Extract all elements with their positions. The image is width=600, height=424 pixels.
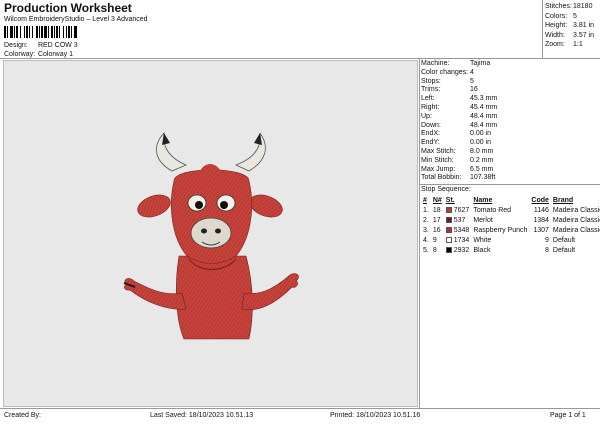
stat-width: Width: 3.57 in: [545, 31, 595, 39]
row-num: 1.: [423, 206, 429, 214]
row-name: Black: [473, 246, 491, 254]
detail-max-jump: Max Jump: 6.5 mm: [421, 165, 494, 173]
detail-trims: Trims: 16: [421, 86, 478, 94]
detail-up: Up: 48.4 mm: [421, 112, 498, 120]
color-swatch: [445, 206, 452, 213]
design-value: RED COW 3: [37, 42, 78, 49]
row-brand: Madeira Classic 40: [552, 206, 600, 214]
stop-sequence-title: Stop Sequence:: [421, 186, 471, 193]
row-brand: Default: [552, 246, 576, 254]
row-n: 16: [432, 226, 441, 234]
stats-panel: Stitches:18180 Colors: 5 Height: 3.81 in W…: [545, 2, 594, 50]
colorway-value: Colorway 1: [37, 51, 73, 58]
stat-stitches: Stitches:18180: [545, 3, 593, 10]
detail-down: Down: 48.4 mm: [421, 121, 498, 129]
detail-endy: EndY: 0.00 in: [421, 139, 492, 147]
detail-stops: Stops: 5: [421, 77, 474, 85]
table-header-row: # N# St. Name Code Brand: [421, 195, 600, 205]
row-code: 1146: [533, 206, 549, 214]
table-row: 2.17 537Merlot 1384Madeira Classic 40: [421, 215, 600, 225]
col-num: #: [423, 196, 427, 204]
row-name: Raspberry Punch: [473, 226, 528, 234]
stat-colors: Colors: 5: [545, 12, 577, 20]
footer-divider: [0, 408, 600, 409]
row-st: 2932: [444, 245, 472, 255]
row-num: 3.: [423, 226, 429, 234]
footer-saved: Last Saved: 18/10/2023 10.51.13: [150, 412, 254, 419]
col-name: Name: [473, 196, 493, 204]
sequence-divider: [420, 184, 600, 185]
footer-printed: Printed: 18/10/2023 10.51.16: [330, 412, 421, 419]
row-code: 8: [545, 246, 549, 254]
table-row: 5. 8 2932 Black 8 Default: [421, 245, 600, 255]
col-st: St.: [445, 196, 455, 204]
row-code: 1307: [533, 226, 549, 234]
stat-height: Height: 3.81 in: [545, 22, 595, 30]
color-swatch: [445, 246, 452, 253]
row-st: 5348: [444, 225, 472, 235]
panel-divider: [419, 58, 420, 408]
row-st: 1734: [444, 235, 472, 245]
row-n: 9: [432, 236, 437, 244]
detail-right: Right: 45.4 mm: [421, 103, 498, 111]
footer-created: Created By:: [4, 412, 41, 419]
machine-details: Machine: Tajima Color changes: 4 Stops: 5 T…: [421, 60, 497, 183]
col-code: Code: [531, 196, 549, 204]
row-n: 18: [432, 206, 441, 214]
design-label: Design:: [4, 42, 28, 49]
header-divider: [0, 58, 600, 59]
colorway-label: Colorway:: [4, 51, 36, 58]
footer-page: Page 1 of 1: [550, 412, 586, 419]
stop-sequence-table: # N# St. Name Code Brand 1. 18 7627 Tomato…: [421, 195, 600, 255]
row-num: 5.: [423, 246, 429, 254]
cow-embroidery-image: [123, 131, 299, 340]
row-brand: Madeira Classic 40: [552, 216, 600, 224]
barcode: [4, 26, 118, 38]
row-brand: Default: [552, 236, 576, 244]
row-num: 4.: [423, 236, 429, 244]
row-st: 7627: [444, 205, 472, 215]
design-row: Design: RED COW 3: [4, 42, 78, 49]
software-name: Wilcom EmbroideryStudio – Level 3 Advanc…: [4, 16, 148, 23]
row-st: 537: [444, 215, 472, 225]
row-brand: Madeira Classic 40: [552, 226, 600, 234]
row-code: 9: [545, 236, 549, 244]
detail-machine: Machine: Tajima: [421, 60, 491, 67]
table-row: 4. 9 1734 White 9 Default: [421, 235, 600, 245]
col-brand: Brand: [552, 196, 574, 204]
row-n: 8: [432, 246, 437, 254]
table-row: 3. 16 5348 Raspberry Punch 1307 Madeira Clas…: [421, 225, 600, 235]
row-name: White: [473, 236, 492, 244]
detail-min-stitch: Min Stitch: 0.2 mm: [421, 156, 494, 164]
row-code: 1384: [533, 216, 549, 224]
detail-left: Left: 45.3 mm: [421, 95, 498, 103]
stat-zoom: Zoom: 1:1: [545, 41, 583, 49]
design-preview: [3, 60, 418, 407]
row-name: Merlot: [473, 216, 493, 224]
color-swatch: [445, 216, 452, 223]
page-title: Production Worksheet: [4, 1, 132, 15]
row-num: 2.: [423, 216, 429, 224]
detail-max-stitch: Max Stitch: 8.0 mm: [421, 147, 494, 155]
stats-divider: [542, 0, 543, 58]
col-n: N#: [432, 196, 442, 204]
detail-endx: EndX: 0.00 in: [421, 130, 492, 138]
row-n: 17: [432, 216, 441, 224]
color-swatch: [445, 226, 452, 233]
colorway-row: Colorway: Colorway 1: [4, 51, 73, 58]
color-swatch: [445, 236, 452, 243]
table-row: 1.18 7627Tomato Red 1146Madeira Classic 4…: [421, 205, 600, 215]
detail-total-bobbin: Total Bobbin: 107.38ft: [421, 174, 496, 182]
row-name: Tomato Red: [473, 206, 512, 214]
detail-color-changes: Color changes: 4: [421, 68, 474, 76]
